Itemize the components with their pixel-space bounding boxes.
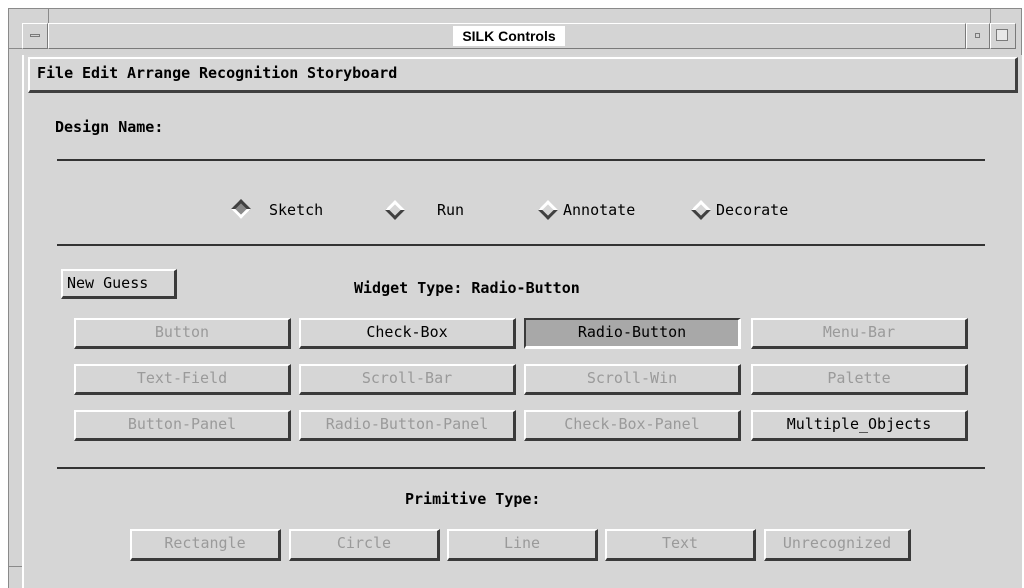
menu-file[interactable]: File xyxy=(37,64,73,82)
widget-radio-button-panel-button[interactable]: Radio-Button-Panel xyxy=(299,410,516,441)
new-guess-button[interactable]: New Guess xyxy=(61,269,177,299)
annotate-radio-label[interactable]: Annotate xyxy=(563,201,635,219)
divider xyxy=(57,467,985,469)
primitive-unrecognized-button[interactable]: Unrecognized xyxy=(764,529,911,561)
widget-text-field-button[interactable]: Text-Field xyxy=(74,364,291,395)
frame-corner-mark xyxy=(8,48,22,49)
widget-button-button[interactable]: Button xyxy=(74,318,291,349)
divider xyxy=(57,159,985,161)
minimize-icon xyxy=(975,33,980,38)
minimize-button[interactable] xyxy=(966,23,990,49)
widget-multiple-objects-button[interactable]: Multiple_Objects xyxy=(751,410,968,441)
primitive-circle-button[interactable]: Circle xyxy=(289,529,440,561)
window-menu-icon xyxy=(30,34,40,37)
widget-palette-button[interactable]: Palette xyxy=(751,364,968,395)
frame-corner-mark xyxy=(8,566,22,567)
primitive-rectangle-button[interactable]: Rectangle xyxy=(130,529,281,561)
menu-storyboard[interactable]: Storyboard xyxy=(307,64,397,82)
widget-menu-bar-button[interactable]: Menu-Bar xyxy=(751,318,968,349)
menu-recognition[interactable]: Recognition xyxy=(199,64,298,82)
menu-arrange[interactable]: Arrange xyxy=(127,64,190,82)
primitive-line-button[interactable]: Line xyxy=(447,529,598,561)
window-title: SILK Controls xyxy=(453,26,565,46)
maximize-icon xyxy=(996,29,1008,41)
widget-button-panel-button[interactable]: Button-Panel xyxy=(74,410,291,441)
widget-check-box-panel-button[interactable]: Check-Box-Panel xyxy=(524,410,741,441)
design-name-label: Design Name: xyxy=(55,118,164,136)
frame-corner-mark xyxy=(990,8,991,23)
primitive-type-label: Primitive Type: xyxy=(405,490,541,508)
frame-corner-mark xyxy=(48,8,49,23)
run-radio-label[interactable]: Run xyxy=(437,201,464,219)
widget-scroll-win-button[interactable]: Scroll-Win xyxy=(524,364,741,395)
primitive-text-button[interactable]: Text xyxy=(605,529,756,561)
widget-radio-button-button[interactable]: Radio-Button xyxy=(524,318,741,349)
widget-check-box-button[interactable]: Check-Box xyxy=(299,318,516,349)
window-menu-button[interactable] xyxy=(22,23,48,49)
menu-edit[interactable]: Edit xyxy=(82,64,118,82)
widget-type-label: Widget Type: Radio-Button xyxy=(354,279,580,297)
decorate-radio-label[interactable]: Decorate xyxy=(716,201,788,219)
widget-scroll-bar-button[interactable]: Scroll-Bar xyxy=(299,364,516,395)
sketch-radio-label[interactable]: Sketch xyxy=(269,201,323,219)
divider xyxy=(57,244,985,246)
maximize-button[interactable] xyxy=(990,23,1016,49)
